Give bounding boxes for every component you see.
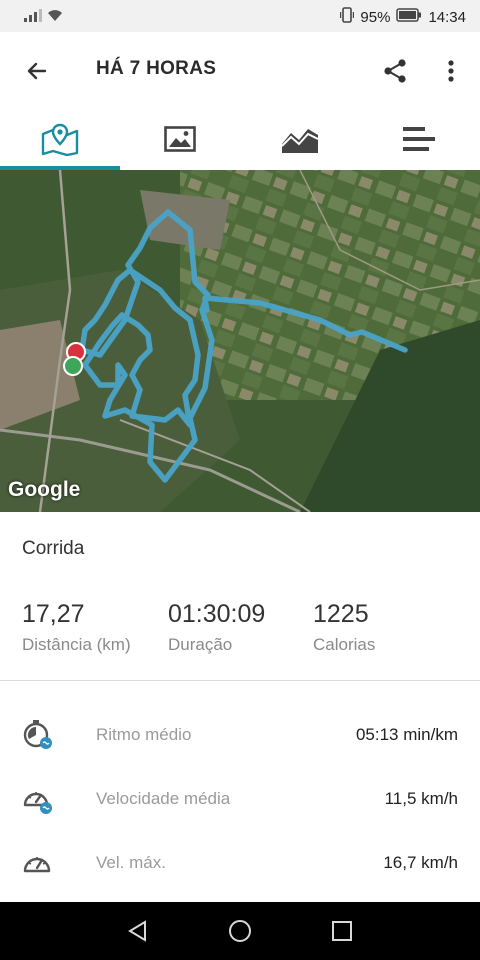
bars-icon bbox=[403, 127, 435, 151]
status-bar: 95% 14:34 bbox=[0, 0, 480, 32]
metric-row-max-speed: Vel. máx. 16,7 km/h bbox=[0, 833, 480, 893]
distance-value: 17,27 bbox=[22, 600, 85, 628]
battery-icon bbox=[396, 8, 422, 26]
square-recents-icon bbox=[332, 921, 352, 941]
tab-bar bbox=[0, 108, 480, 170]
metric-row-pace: Ritmo médio 05:13 min/km bbox=[0, 705, 480, 765]
metric-label: Velocidade média bbox=[96, 789, 231, 808]
divider bbox=[0, 680, 480, 681]
calories-stat: 1225 Calorias bbox=[313, 600, 375, 655]
duration-label: Duração bbox=[168, 635, 233, 654]
tab-summary[interactable] bbox=[360, 108, 480, 170]
speedometer-max-icon bbox=[22, 847, 56, 879]
metric-value: 05:13 min/km bbox=[355, 725, 458, 744]
speedometer-icon bbox=[22, 783, 56, 815]
page-title: HÁ 7 HORAS bbox=[96, 58, 217, 79]
tab-charts[interactable] bbox=[240, 108, 360, 170]
stats-row: 17,27 Distância (km) 01:30:09 Duração 12… bbox=[0, 600, 480, 660]
share-icon bbox=[384, 59, 406, 83]
duration-stat: 01:30:09 Duração bbox=[168, 600, 265, 655]
metric-label: Ritmo médio bbox=[96, 725, 192, 744]
back-arrow-icon bbox=[27, 62, 47, 80]
calories-label: Calorias bbox=[313, 635, 376, 654]
nav-recents-button[interactable] bbox=[312, 902, 372, 960]
back-button[interactable] bbox=[16, 50, 58, 92]
metric-value: 11,5 km/h bbox=[384, 789, 458, 808]
pace-icon bbox=[22, 719, 56, 751]
metric-value: 16,7 km/h bbox=[383, 853, 458, 872]
nav-home-button[interactable] bbox=[210, 902, 270, 960]
vibrate-icon bbox=[340, 7, 355, 27]
distance-stat: 17,27 Distância (km) bbox=[22, 600, 131, 655]
nav-back-button[interactable] bbox=[108, 902, 168, 960]
map-pin-icon bbox=[41, 123, 79, 156]
metric-row-avg-speed: Velocidade média 11,5 km/h bbox=[0, 769, 480, 829]
more-vert-icon bbox=[448, 60, 454, 82]
start-marker bbox=[63, 356, 83, 376]
app-bar: HÁ 7 HORAS bbox=[0, 32, 480, 108]
area-chart-icon bbox=[281, 129, 319, 153]
activity-type: Corrida bbox=[22, 538, 85, 559]
duration-value: 01:30:09 bbox=[168, 600, 266, 628]
map-satellite-view bbox=[0, 170, 480, 512]
circle-home-icon bbox=[229, 920, 251, 942]
wifi-icon bbox=[46, 8, 64, 26]
more-options-button[interactable] bbox=[430, 50, 472, 92]
signal-icon bbox=[24, 8, 42, 26]
metric-label: Vel. máx. bbox=[96, 853, 166, 872]
distance-label: Distância (km) bbox=[22, 635, 131, 654]
route-map[interactable]: Google bbox=[0, 170, 480, 512]
system-nav-bar bbox=[0, 902, 480, 960]
calories-value: 1225 bbox=[313, 600, 369, 628]
image-icon bbox=[164, 126, 196, 152]
share-button[interactable] bbox=[374, 50, 416, 92]
clock: 14:34 bbox=[428, 8, 466, 26]
map-attribution: Google bbox=[8, 478, 81, 501]
tab-photos[interactable] bbox=[120, 108, 240, 170]
triangle-back-icon bbox=[128, 920, 146, 942]
tab-map[interactable] bbox=[0, 108, 120, 170]
battery-percent: 95% bbox=[360, 8, 391, 26]
